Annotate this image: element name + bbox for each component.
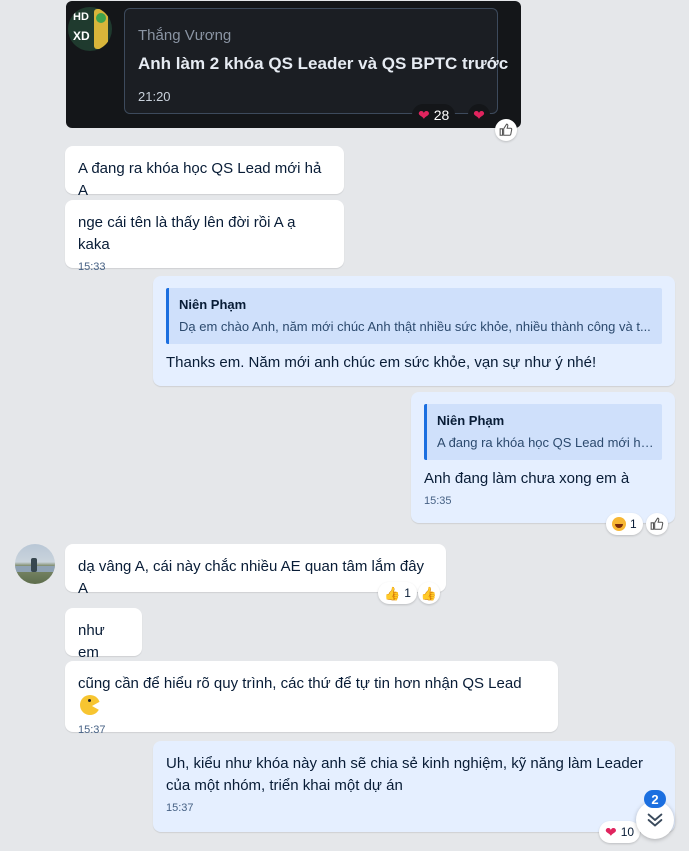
thumbs-up-icon [650,517,664,530]
double-chevron-down-icon [647,813,663,827]
forward-card[interactable]: HD XD Thắng Vương Anh làm 2 khóa QS Lead… [66,1,521,128]
thumbs-up-emoji-icon: 👍 [420,585,438,601]
heart-icon: ❤ [418,107,430,123]
forward-message: Anh làm 2 khóa QS Leader và QS BPTC trướ… [138,54,509,73]
heart-react-button[interactable]: ❤ [468,104,490,126]
group-avatar[interactable]: HD XD [68,7,112,51]
thumbs-up-icon [499,123,513,136]
unread-badge: 2 [644,790,666,808]
message-text-content: cũng cần để hiểu rõ quy trình, các thứ đ… [78,675,522,692]
message-time: 15:35 [424,495,452,507]
quote-sender: Niên Phạm [437,413,505,428]
message-time: 15:37 [166,802,194,814]
forward-sender: Thắng Vương [138,27,232,44]
logo-text-hd: HD [73,11,89,23]
forward-time: 21:20 [138,89,171,104]
message-time: 15:33 [78,261,106,273]
reply-quote[interactable]: Niên Phạm Dạ em chào Anh, năm mới chúc A… [166,288,662,344]
forward-inner-card: Thắng Vương Anh làm 2 khóa QS Leader và … [124,8,508,114]
message-text: Thanks em. Năm mới anh chúc em sức khỏe,… [166,354,597,371]
heart-reaction-summary[interactable]: ❤ 10 [599,821,641,843]
like-button[interactable]: 👍 [418,582,440,604]
outgoing-message[interactable]: Niên Phạm A đang ra khóa học QS Lead mới… [411,392,675,523]
outgoing-message[interactable]: Niên Phạm Dạ em chào Anh, năm mới chúc A… [153,276,675,386]
heart-reaction-summary[interactable]: ❤ 28 [412,104,456,126]
heart-icon: ❤ [473,107,485,123]
heart-count: 10 [620,825,635,839]
unread-count: 2 [651,791,659,807]
sender-avatar[interactable] [15,544,55,584]
quote-sender: Niên Phạm [179,297,247,312]
reply-quote[interactable]: Niên Phạm A đang ra khóa học QS Lead mới… [424,404,662,460]
pacman-emoji-icon [80,695,101,715]
heart-icon: ❤ [605,824,617,840]
quote-text: Dạ em chào Anh, năm mới chúc Anh thật nh… [179,319,651,334]
reaction-summary[interactable]: 👍 1 [378,582,417,604]
message-text: Anh đang làm chưa xong em à [424,470,630,487]
laughing-emoji-icon [612,517,626,531]
message-time: 15:37 [78,724,106,736]
reaction-count: 1 [630,517,637,531]
incoming-message[interactable]: cũng cần để hiểu rõ quy trình, các thứ đ… [65,661,558,736]
outgoing-message[interactable]: Uh, kiểu như khóa này anh sẽ chia sẻ kin… [153,741,675,832]
message-text: cũng cần để hiểu rõ quy trình, các thứ đ… [78,673,545,719]
incoming-message[interactable]: nge cái tên là thấy lên đời rồi A ạ kaka… [65,200,344,273]
message-text-line-2: của một nhóm, triển khai một dự án [166,777,403,794]
message-text: A đang ra khóa học QS Lead mới hả A [78,160,322,199]
incoming-message[interactable]: A đang ra khóa học QS Lead mới hả A [65,146,344,199]
like-button[interactable] [495,119,517,141]
like-button[interactable] [646,513,668,535]
heart-count: 28 [433,107,450,123]
quote-text: A đang ra khóa học QS Lead mới hả A [437,435,654,450]
message-text: như em [78,622,105,661]
message-text: nge cái tên là thấy lên đời rồi A ạ kaka [78,214,296,253]
logo-text-xd: XD [73,29,90,43]
message-text-line-1: Uh, kiểu như khóa này anh sẽ chia sẻ kin… [166,755,643,772]
reaction-summary[interactable]: 1 [606,513,643,535]
reaction-count: 1 [404,586,411,600]
incoming-message[interactable]: như em [65,608,142,661]
thumbs-up-emoji-icon: 👍 [384,585,401,601]
